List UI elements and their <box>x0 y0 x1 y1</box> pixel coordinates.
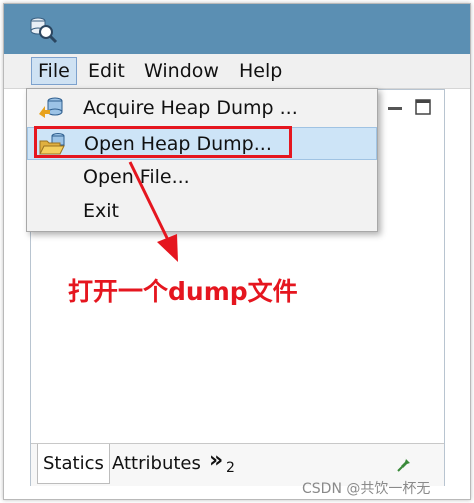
tab-statics[interactable]: Statics <box>37 444 110 484</box>
memory-analyzer-icon <box>30 17 58 44</box>
menu-item-acquire-heap-dump[interactable]: Acquire Heap Dump ... <box>27 92 377 125</box>
menu-item-label: Acquire Heap Dump ... <box>83 97 298 119</box>
view-controls <box>388 99 431 115</box>
file-menu-dropdown: Acquire Heap Dump ... Open Heap Dump... … <box>26 88 378 232</box>
menu-file[interactable]: File <box>31 57 77 85</box>
tab-attributes[interactable]: Attributes <box>107 444 206 484</box>
menu-edit[interactable]: Edit <box>82 57 131 85</box>
title-bar <box>4 4 470 54</box>
watermark: CSDN @共饮一杯无 <box>302 481 431 497</box>
menu-window[interactable]: Window <box>138 57 225 85</box>
menu-help[interactable]: Help <box>233 57 288 85</box>
pin-icon[interactable] <box>395 454 415 474</box>
menu-item-open-file[interactable]: Open File... <box>27 161 377 194</box>
tab-overflow-count: 2 <box>226 460 235 476</box>
acquire-heap-dump-icon <box>39 97 63 118</box>
maximize-icon[interactable] <box>415 99 431 115</box>
menu-bar: File Edit Window Help <box>4 54 470 89</box>
tab-overflow-icon[interactable]: » <box>209 448 223 473</box>
menu-item-label: Exit <box>83 200 119 222</box>
app-window: File Edit Window Help Statics Attributes… <box>3 3 471 500</box>
menu-item-label: Open File... <box>83 166 190 188</box>
highlight-box <box>34 126 292 158</box>
minimize-icon[interactable] <box>388 107 402 110</box>
annotation-label: 打开一个dump文件 <box>68 277 298 306</box>
menu-item-exit[interactable]: Exit <box>27 195 377 228</box>
